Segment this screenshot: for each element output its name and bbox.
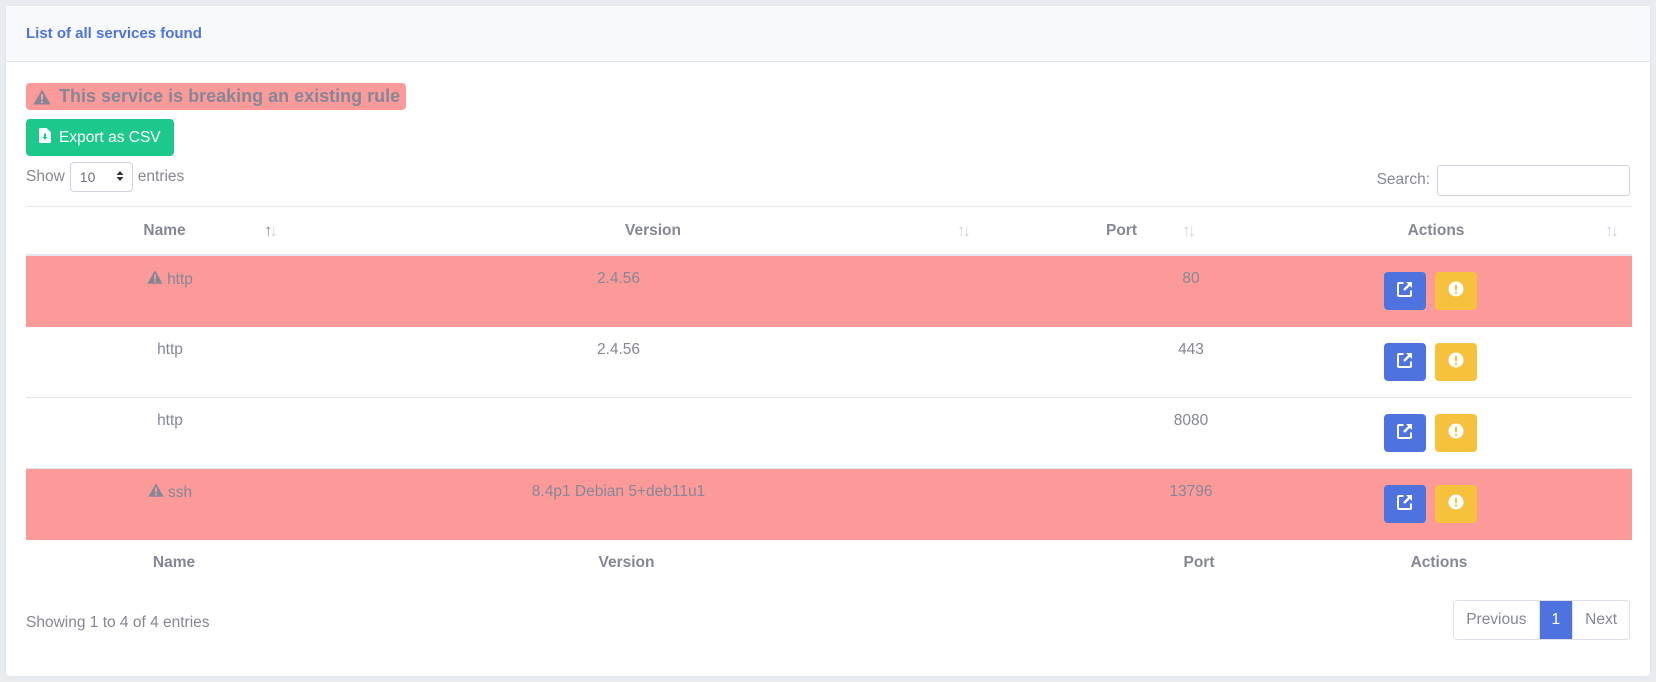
cell-version: 8.4p1 Debian 5+deb11u1: [531, 483, 706, 500]
footer-name: Name: [152, 553, 196, 571]
breaking-rule-legend: This service is breaking an existing rul…: [26, 83, 407, 110]
cell-actions: [1384, 485, 1477, 523]
cell-actions: [1384, 272, 1477, 310]
previous-page-button[interactable]: Previous: [1454, 601, 1539, 639]
select-arrows-icon: [116, 169, 124, 185]
exclamation-circle-icon: [1448, 494, 1464, 515]
sort-icon: ↑↓: [1605, 220, 1619, 240]
search-label: Search:: [1376, 171, 1430, 188]
exclamation-circle-icon: [1448, 352, 1464, 373]
open-service-button[interactable]: [1384, 414, 1426, 452]
open-service-button[interactable]: [1384, 343, 1426, 381]
file-download-icon: [39, 127, 51, 148]
header-version[interactable]: Version ↑↓: [303, 220, 1003, 240]
cell-name: http: [26, 398, 306, 468]
table-row: http 8080: [26, 398, 1632, 469]
cell-port: 443: [1178, 341, 1204, 358]
show-label: Show: [26, 168, 65, 185]
entries-select[interactable]: 10: [69, 162, 133, 192]
services-table: Name ↑↓ Version ↑↓ Port ↑↓ Actions ↑↓ ht…: [26, 206, 1632, 585]
cell-version: [306, 398, 931, 468]
cell-actions: [1384, 343, 1477, 381]
card-body: This service is breaking an existing rul…: [6, 62, 1650, 640]
open-service-button[interactable]: [1384, 485, 1426, 523]
entries-label: entries: [137, 168, 185, 185]
sort-icon: ↑↓: [957, 220, 971, 240]
cell-name: http: [26, 327, 306, 397]
open-service-button[interactable]: [1384, 272, 1426, 310]
cell-name: http: [26, 256, 306, 326]
table-row: http 2.4.56 80: [26, 256, 1632, 327]
table-body: http 2.4.56 80 http 2.4.56 443 http 8080 ssh 8.4p…: [26, 256, 1632, 540]
report-service-button[interactable]: [1435, 343, 1477, 381]
report-service-button[interactable]: [1435, 272, 1477, 310]
sort-icon: ↑↓: [1182, 220, 1196, 240]
service-name: ssh: [167, 483, 193, 501]
page-1-button[interactable]: 1: [1538, 601, 1573, 639]
external-link-icon: [1397, 423, 1413, 444]
header-name-label: Name: [143, 221, 186, 239]
table-header-row: Name ↑↓ Version ↑↓ Port ↑↓ Actions ↑↓: [26, 207, 1632, 256]
footer-version: Version: [598, 553, 655, 571]
cell-actions: [1384, 414, 1477, 452]
cell-port: 8080: [1173, 412, 1209, 429]
cell-port: 13796: [1169, 483, 1213, 500]
search-control: Search:: [1376, 164, 1630, 196]
header-version-label: Version: [625, 221, 681, 239]
card-title: List of all services found: [26, 25, 202, 42]
export-csv-button[interactable]: Export as CSV: [26, 119, 174, 156]
exclamation-circle-icon: [1448, 281, 1464, 302]
report-service-button[interactable]: [1435, 485, 1477, 523]
pagination: Previous 1 Next: [1453, 600, 1630, 640]
entries-select-value: 10: [79, 169, 96, 185]
card-header: List of all services found: [6, 6, 1650, 62]
header-actions-label: Actions: [1407, 221, 1465, 239]
table-footer-row: Name Version Port Actions: [26, 540, 1632, 585]
header-port[interactable]: Port ↑↓: [1003, 220, 1240, 240]
service-name: http: [167, 270, 193, 288]
table-bottom: Showing 1 to 4 of 4 entries Previous 1 N…: [26, 600, 1630, 640]
header-name[interactable]: Name ↑↓: [26, 220, 303, 240]
header-port-label: Port: [1106, 221, 1137, 239]
header-actions[interactable]: Actions ↑↓: [1240, 220, 1632, 240]
cell-port: 80: [1182, 270, 1200, 287]
search-input[interactable]: [1437, 164, 1630, 196]
cell-name: ssh: [26, 469, 306, 539]
service-name: http: [157, 341, 183, 358]
warning-triangle-icon: [33, 89, 51, 105]
external-link-icon: [1397, 494, 1413, 515]
external-link-icon: [1397, 281, 1413, 302]
next-page-button[interactable]: Next: [1572, 601, 1629, 639]
breaking-rule-text: This service is breaking an existing rul…: [59, 86, 401, 106]
footer-port: Port: [1183, 553, 1215, 571]
table-row: ssh 8.4p1 Debian 5+deb11u1 13796: [26, 469, 1632, 540]
table-info: Showing 1 to 4 of 4 entries: [26, 614, 210, 631]
table-controls: Show 10 entries Search:: [26, 162, 1630, 197]
entries-length-control: Show 10 entries: [26, 162, 184, 192]
service-name: http: [157, 412, 183, 429]
warning-triangle-icon: [148, 483, 164, 502]
export-csv-label: Export as CSV: [59, 128, 161, 146]
sort-ascending-icon: ↑↓: [264, 220, 278, 240]
services-card: List of all services found This service …: [5, 5, 1651, 677]
cell-version: 2.4.56: [596, 341, 641, 358]
table-row: http 2.4.56 443: [26, 327, 1632, 398]
report-service-button[interactable]: [1435, 414, 1477, 452]
cell-version: 2.4.56: [596, 270, 641, 287]
external-link-icon: [1397, 352, 1413, 373]
warning-triangle-icon: [147, 270, 163, 289]
exclamation-circle-icon: [1448, 423, 1464, 444]
footer-actions: Actions: [1410, 553, 1468, 571]
